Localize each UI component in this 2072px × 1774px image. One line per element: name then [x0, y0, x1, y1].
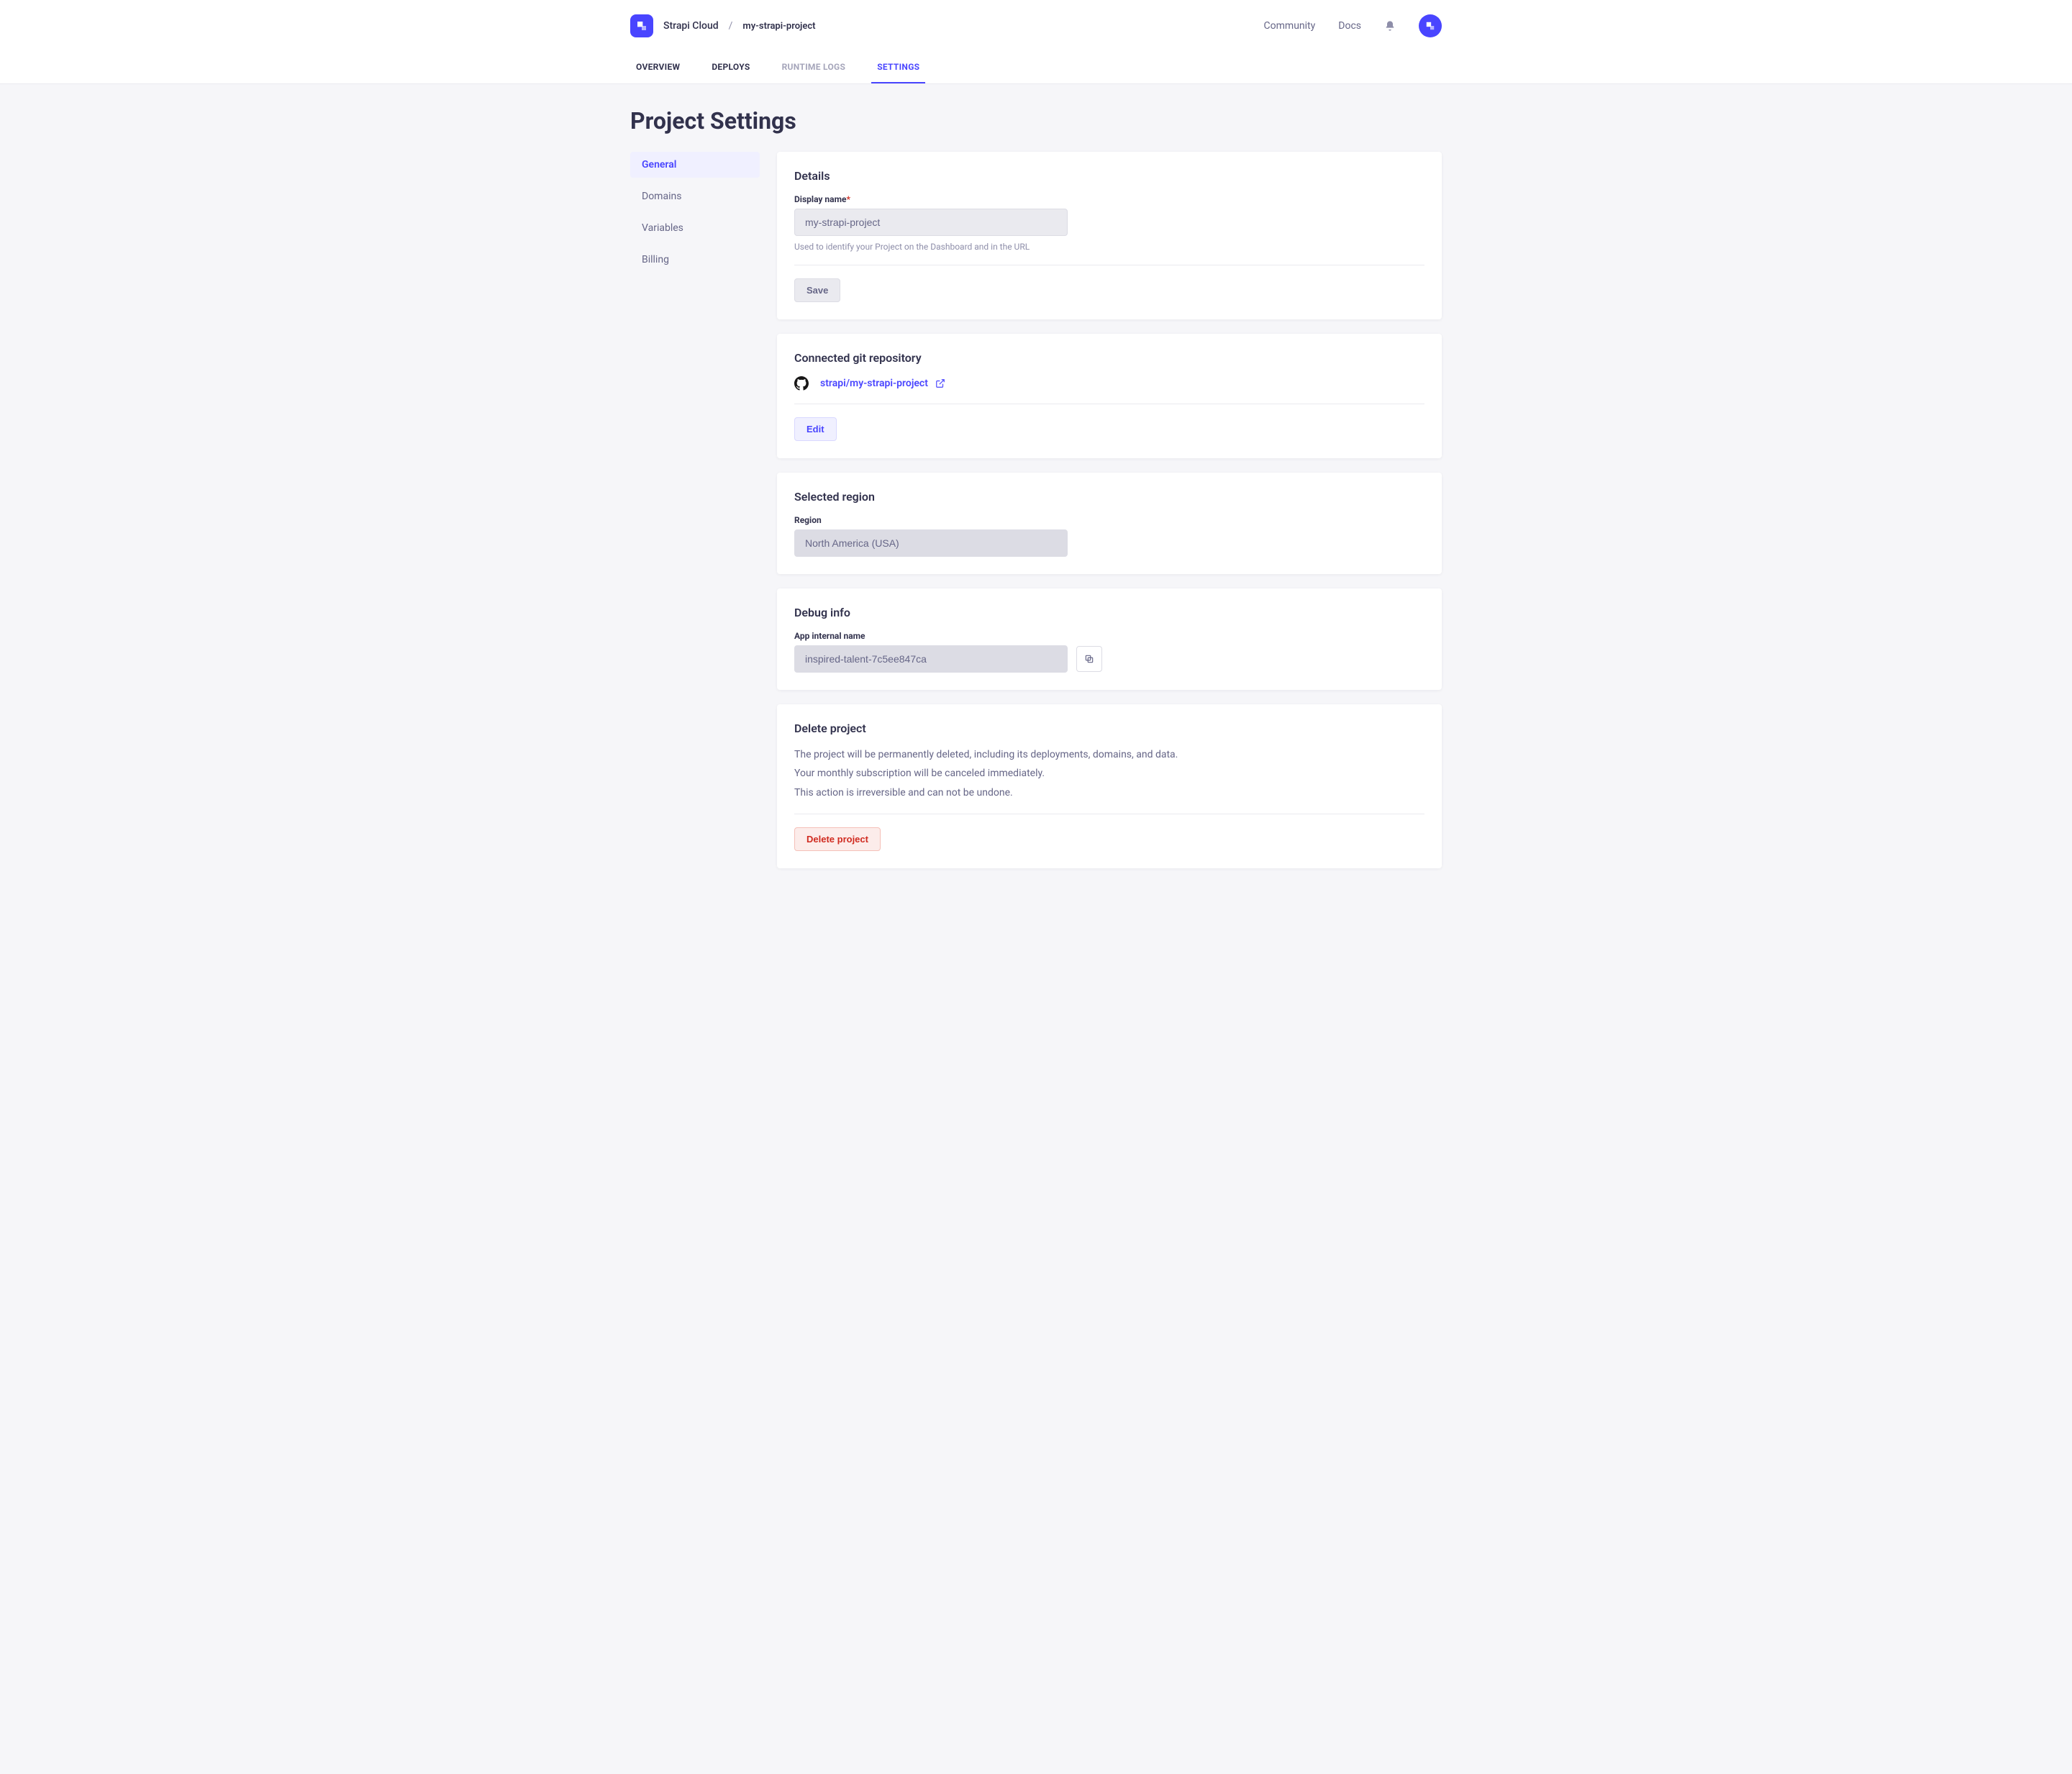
display-name-input[interactable] [794, 209, 1068, 236]
brand-name[interactable]: Strapi Cloud [663, 20, 719, 32]
delete-card: Delete project The project will be perma… [777, 704, 1442, 868]
debug-title: Debug info [794, 606, 1424, 619]
breadcrumb: Strapi Cloud / my-strapi-project [630, 14, 816, 37]
docs-link[interactable]: Docs [1338, 20, 1361, 32]
repo-name: strapi/my-strapi-project [820, 378, 928, 389]
copy-button[interactable] [1076, 646, 1102, 672]
display-name-label: Display name* [794, 194, 1424, 204]
user-avatar[interactable] [1419, 14, 1442, 37]
delete-line-2: Your monthly subscription will be cancel… [794, 765, 1424, 781]
delete-line-1: The project will be permanently deleted,… [794, 747, 1424, 763]
repo-title: Connected git repository [794, 351, 1424, 365]
avatar-icon [1425, 21, 1435, 31]
community-link[interactable]: Community [1264, 20, 1316, 32]
repo-link[interactable]: strapi/my-strapi-project [820, 378, 945, 389]
sidebar-item-domains[interactable]: Domains [630, 183, 760, 209]
strapi-logo[interactable] [630, 14, 653, 37]
delete-title: Delete project [794, 722, 1424, 735]
region-title: Selected region [794, 490, 1424, 504]
notifications-button[interactable] [1384, 20, 1396, 32]
external-link-icon [935, 378, 945, 388]
details-card: Details Display name* Used to identify y… [777, 152, 1442, 319]
breadcrumb-separator: / [729, 20, 733, 32]
delete-line-3: This action is irreversible and can not … [794, 785, 1424, 801]
github-icon [794, 376, 809, 391]
region-card: Selected region Region [777, 473, 1442, 574]
delete-project-button[interactable]: Delete project [794, 827, 881, 851]
sidebar-item-billing[interactable]: Billing [630, 247, 760, 273]
display-name-help: Used to identify your Project on the Das… [794, 242, 1424, 252]
tab-overview[interactable]: OVERVIEW [630, 52, 686, 83]
tab-settings[interactable]: SETTINGS [871, 52, 925, 83]
debug-label: App internal name [794, 631, 1424, 641]
sidebar-item-general[interactable]: General [630, 152, 760, 178]
region-label: Region [794, 515, 1424, 525]
debug-card: Debug info App internal name [777, 588, 1442, 690]
main-tabs: OVERVIEW DEPLOYS RUNTIME LOGS SETTINGS [630, 52, 1442, 83]
details-title: Details [794, 169, 1424, 183]
strapi-logo-icon [636, 20, 648, 32]
tab-deploys[interactable]: DEPLOYS [706, 52, 755, 83]
repo-card: Connected git repository strapi/my-strap… [777, 334, 1442, 458]
copy-icon [1084, 654, 1094, 664]
edit-repo-button[interactable]: Edit [794, 417, 837, 441]
region-input [794, 529, 1068, 557]
breadcrumb-project[interactable]: my-strapi-project [742, 21, 815, 32]
bell-icon [1384, 20, 1396, 32]
tab-runtime-logs[interactable]: RUNTIME LOGS [776, 52, 852, 83]
save-button[interactable]: Save [794, 278, 840, 302]
page-title: Project Settings [630, 107, 1442, 135]
app-internal-name-input [794, 645, 1068, 673]
sidebar-item-variables[interactable]: Variables [630, 215, 760, 241]
settings-sidebar: General Domains Variables Billing [630, 152, 760, 278]
app-header: Strapi Cloud / my-strapi-project Communi… [0, 0, 2072, 84]
